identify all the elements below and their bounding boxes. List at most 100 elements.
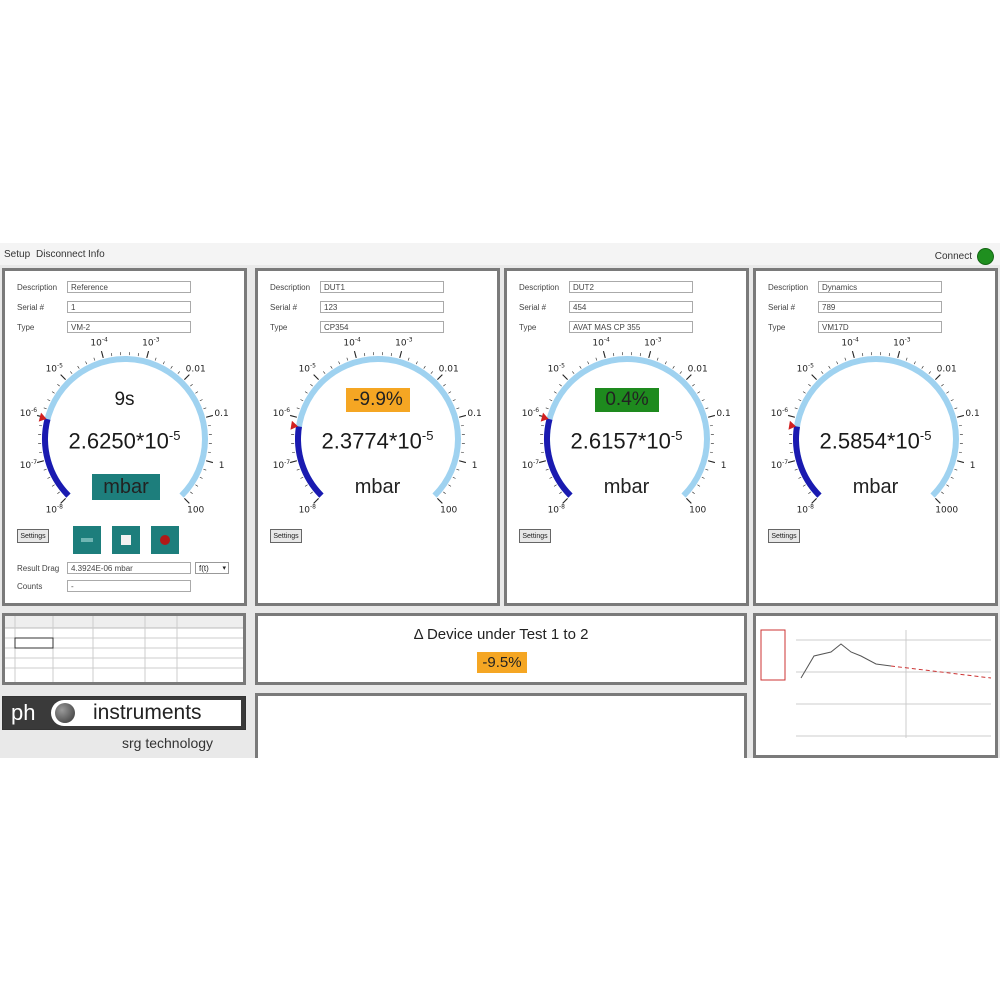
gauge-scale-label: 10-4: [592, 336, 610, 348]
pressure-unit: mbar: [354, 476, 401, 498]
menu-setup[interactable]: Setup: [4, 249, 30, 260]
gauge-tick: [199, 476, 203, 479]
pressure-mantissa: 2.3774*10: [321, 428, 422, 454]
description-label: Description: [768, 283, 809, 292]
gauge-scale-label: 0.1: [716, 409, 730, 419]
gauge-tick: [705, 468, 709, 471]
menu-bar: Setup Disconnect Info Connect: [0, 243, 1000, 265]
description-input[interactable]: Dynamics: [818, 281, 942, 293]
description-input[interactable]: DUT1: [320, 281, 444, 293]
gauge-tick: [423, 365, 426, 369]
gauge-tick: [602, 350, 606, 359]
gauge-tick: [794, 407, 798, 410]
gauge-tick: [456, 407, 460, 410]
gauge-scale-label: 10-6: [771, 407, 789, 419]
gauge-panel-3: Description DUT2 Serial #454 Type AVAT MAS C…: [504, 268, 749, 606]
gauge-tick: [821, 371, 824, 374]
pressure-mantissa: 2.5854*10: [819, 428, 920, 454]
gauge-panel-2: Description DUT1 Serial #123 Type CP354 10-8 1…: [255, 268, 500, 606]
pressure-exponent: -5: [670, 428, 683, 443]
gauge-tick: [808, 384, 811, 387]
counts-field[interactable]: -: [67, 580, 191, 592]
gauge-scale-label: 10-7: [522, 459, 540, 471]
record-button[interactable]: [151, 526, 179, 554]
gauge-tick: [100, 350, 104, 359]
gauge-tick: [787, 414, 796, 418]
serial-input[interactable]: 789: [818, 301, 942, 313]
record-icon: [160, 535, 170, 545]
unit-select[interactable]: f(t) ▾: [195, 562, 229, 574]
description-label: Description: [17, 283, 58, 292]
settings-button[interactable]: Settings: [519, 529, 551, 543]
gauge-tick: [437, 498, 443, 504]
gauge-tick: [57, 491, 60, 494]
gauge-tick: [545, 468, 549, 471]
menu-info[interactable]: Info: [88, 249, 105, 260]
settings-button[interactable]: Settings: [270, 529, 302, 543]
gauge-tick: [77, 365, 80, 369]
gauge-tick: [184, 498, 190, 504]
gauge-scale-label: 10-8: [548, 504, 566, 516]
gauge-panel-1: Description Reference Serial #1 Type VM-2 10-…: [2, 268, 247, 606]
gauge-tick: [697, 391, 701, 394]
gauge-tick: [93, 357, 96, 361]
trend-chart[interactable]: [756, 616, 995, 755]
gauge-scale-label: 0.1: [467, 409, 481, 419]
gauge-tick: [928, 371, 931, 374]
readings-table[interactable]: [5, 616, 243, 682]
logo-ph-text: ph: [11, 700, 36, 725]
connection-status-led[interactable]: [977, 248, 994, 265]
unit-select-value: f(t): [199, 564, 209, 573]
stop-button[interactable]: [112, 526, 140, 554]
gauge-tick: [595, 357, 598, 361]
gauge-tick: [85, 361, 88, 365]
gauge-scale-label: 10-3: [142, 336, 160, 348]
gauge-tick: [672, 365, 675, 369]
result-drag-field[interactable]: 4.3924E-06 mbar: [67, 562, 191, 574]
gauge-tick: [701, 399, 705, 402]
gauge-tick: [798, 399, 802, 402]
menu-disconnect[interactable]: Disconnect: [36, 249, 85, 260]
serial-input[interactable]: 454: [569, 301, 693, 313]
gauge-tick: [946, 391, 950, 394]
gauge-tick: [844, 357, 847, 361]
gauge-tick: [184, 374, 190, 380]
run-button[interactable]: [73, 526, 101, 554]
gauge-tick: [437, 374, 443, 380]
pressure-exponent: -5: [168, 428, 181, 443]
gauge-tick: [190, 384, 193, 387]
serial-input[interactable]: 123: [320, 301, 444, 313]
gauge-tick: [905, 357, 908, 361]
gauge-tick: [146, 350, 150, 359]
gauge-tick: [794, 468, 798, 471]
gauge-tick: [399, 350, 403, 359]
gauge-tick: [836, 361, 839, 365]
deviation-badge: 0.4%: [595, 388, 659, 412]
description-input[interactable]: Reference: [67, 281, 191, 293]
gauge-tick: [707, 414, 716, 418]
serial-input[interactable]: 1: [67, 301, 191, 313]
description-input[interactable]: DUT2: [569, 281, 693, 293]
gauge-tick: [954, 468, 958, 471]
gauge-tick: [456, 468, 460, 471]
pressure-unit: mbar: [603, 476, 650, 498]
gauge-tick: [707, 460, 716, 464]
gauge-tick: [415, 361, 418, 365]
gauge-tick: [205, 460, 214, 464]
gauge-tick: [538, 460, 547, 464]
pressure-unit[interactable]: mbar: [92, 474, 160, 500]
gauge-top-text: 9s: [114, 389, 135, 410]
gauge-tick: [562, 374, 568, 380]
settings-button[interactable]: Settings: [768, 529, 800, 543]
settings-button[interactable]: Settings: [17, 529, 49, 543]
pressure-exponent: -5: [919, 428, 932, 443]
gauge-tick: [679, 371, 682, 374]
stop-icon: [121, 535, 131, 545]
serial-label: Serial #: [17, 303, 45, 312]
gauge-tick: [553, 391, 557, 394]
gauge-tick: [43, 468, 47, 471]
gauge-scale-label: 10-7: [771, 459, 789, 471]
gauge-tick: [954, 407, 958, 410]
gauge-tick: [549, 399, 553, 402]
gauge-scale-label: 10-3: [644, 336, 662, 348]
